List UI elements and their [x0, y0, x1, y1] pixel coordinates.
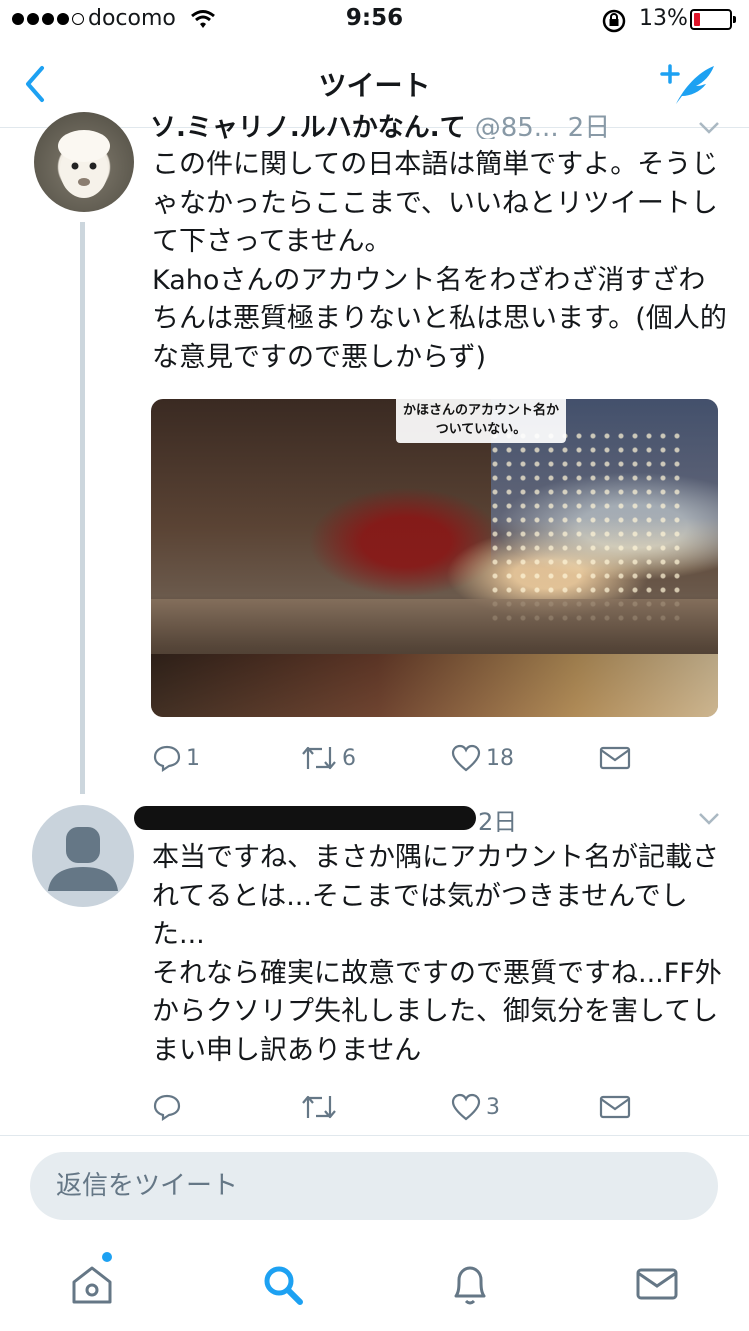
compose-tweet-icon	[660, 64, 714, 104]
new-content-indicator	[102, 1252, 112, 1262]
tweet-date: 2日	[567, 113, 611, 139]
alpaca-avatar-image	[58, 130, 110, 198]
tab-home[interactable]	[64, 1256, 120, 1312]
tweet-date: 2日	[478, 808, 518, 836]
search-icon	[264, 1266, 303, 1305]
clock: 9:56	[345, 5, 404, 31]
dm-button[interactable]	[598, 1087, 632, 1127]
tweet-actions: 1 6 18	[0, 738, 749, 778]
home-icon	[72, 1266, 112, 1304]
media-caption: かほさんのアカウント名かついていない。	[396, 399, 566, 443]
mail-icon	[599, 1095, 631, 1119]
reply-button[interactable]	[152, 1087, 186, 1127]
avatar[interactable]	[32, 805, 134, 907]
default-avatar-icon	[48, 827, 118, 891]
page-title: ツイート	[318, 69, 431, 102]
dm-button[interactable]	[598, 738, 632, 778]
thread-line	[80, 222, 85, 794]
reply-count: 1	[186, 745, 200, 771]
tab-search[interactable]	[254, 1256, 310, 1312]
tab-messages[interactable]	[629, 1256, 685, 1312]
like-button[interactable]: 3	[450, 1087, 500, 1127]
status-bar: docomo 9:56 13%	[0, 0, 749, 40]
avatar[interactable]	[34, 112, 134, 212]
retweet-icon	[302, 746, 336, 770]
chevron-down-icon[interactable]	[697, 811, 721, 827]
battery-icon	[690, 9, 736, 30]
mail-icon	[599, 746, 631, 770]
heart-icon	[451, 1093, 481, 1121]
tab-notifications[interactable]	[442, 1256, 498, 1312]
retweet-button[interactable]: 6	[300, 738, 356, 778]
redacted-username	[134, 806, 476, 830]
like-count: 18	[486, 745, 514, 771]
mail-icon	[636, 1268, 678, 1300]
tweet-media-image[interactable]: かほさんのアカウント名かついていない。	[151, 399, 718, 717]
retweet-count: 6	[342, 745, 356, 771]
retweet-button[interactable]	[300, 1087, 342, 1127]
tweet-text: 本当ですね、まさか隅にアカウント名が記載されてるとは...そこまでは気がつきませ…	[152, 842, 722, 1066]
reply-bar: 返信をツイート	[0, 1135, 749, 1235]
chevron-down-icon[interactable]	[697, 120, 721, 136]
heart-icon	[451, 744, 481, 772]
display-name: ソ.ミャリノ.ルハかなん.て	[150, 113, 466, 139]
retweet-icon	[302, 1095, 336, 1119]
tweet-actions: 3	[0, 1087, 749, 1127]
bell-icon	[454, 1266, 486, 1305]
reply-input[interactable]: 返信をツイート	[30, 1152, 718, 1220]
tweet-text: この件に関しての日本語は簡単ですよ。そうじゃなかったらここまで、いいねとリツイー…	[152, 149, 727, 373]
like-button[interactable]: 18	[450, 738, 514, 778]
reply-icon	[153, 1094, 181, 1122]
orientation-lock-icon	[601, 8, 627, 38]
tweet-author-row[interactable]: ソ.ミャリノ.ルハかなん.て @85... 2日	[150, 107, 720, 139]
reply-button[interactable]: 1	[152, 738, 200, 778]
battery-percent: 13%	[639, 6, 688, 31]
username: @85...	[474, 113, 559, 139]
tab-bar	[0, 1236, 749, 1331]
reply-icon	[153, 745, 181, 773]
compose-tweet-button[interactable]	[660, 58, 720, 110]
like-count: 3	[486, 1094, 500, 1120]
